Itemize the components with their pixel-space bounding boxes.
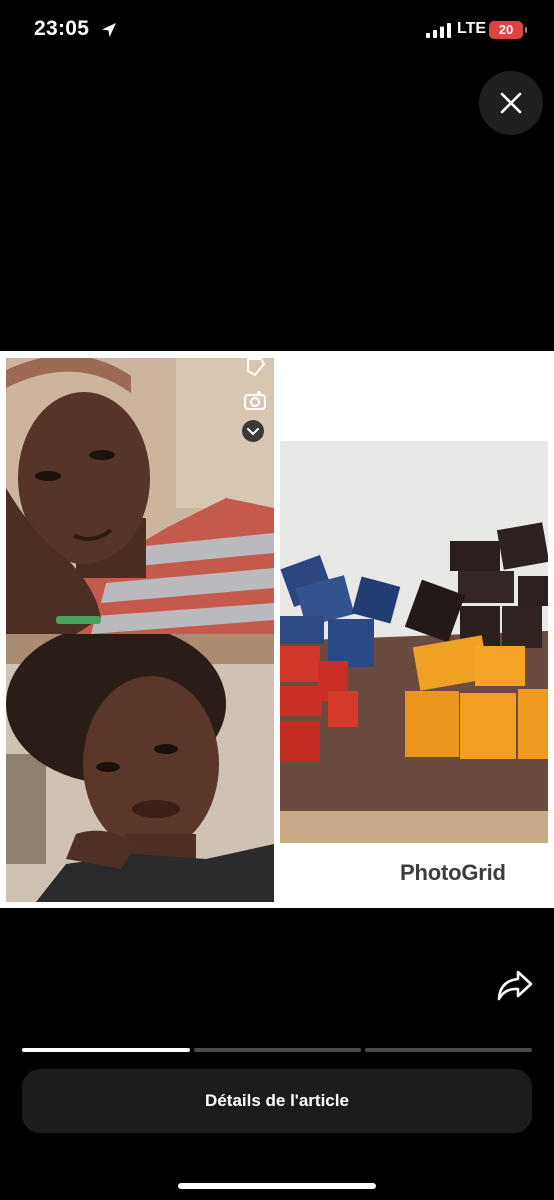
chevron-down-icon[interactable] — [240, 419, 266, 443]
portrait-photo-bottom — [6, 634, 274, 902]
signal-icon — [426, 23, 451, 38]
location-arrow-icon — [102, 23, 116, 37]
portrait-photo-top — [6, 358, 274, 634]
status-bar: 23:05 LTE 20 — [0, 0, 554, 62]
close-icon — [500, 92, 522, 114]
camera-icon[interactable] — [242, 389, 268, 413]
sticker-icon[interactable] — [243, 355, 269, 379]
progress-segment-1 — [22, 1048, 190, 1052]
network-type: LTE — [457, 20, 487, 37]
battery-icon: 20 — [489, 21, 527, 39]
soap-bars-photo — [280, 441, 548, 843]
photogrid-watermark: PhotoGrid — [400, 860, 506, 885]
close-button[interactable] — [479, 71, 543, 135]
product-image[interactable] — [0, 351, 554, 908]
progress-segment-2 — [194, 1048, 361, 1052]
progress-segment-3 — [365, 1048, 532, 1052]
status-time: 23:05 — [34, 17, 90, 40]
share-icon[interactable] — [496, 968, 534, 1002]
item-details-button[interactable]: Détails de l'article — [22, 1069, 532, 1133]
home-indicator[interactable] — [178, 1183, 376, 1189]
